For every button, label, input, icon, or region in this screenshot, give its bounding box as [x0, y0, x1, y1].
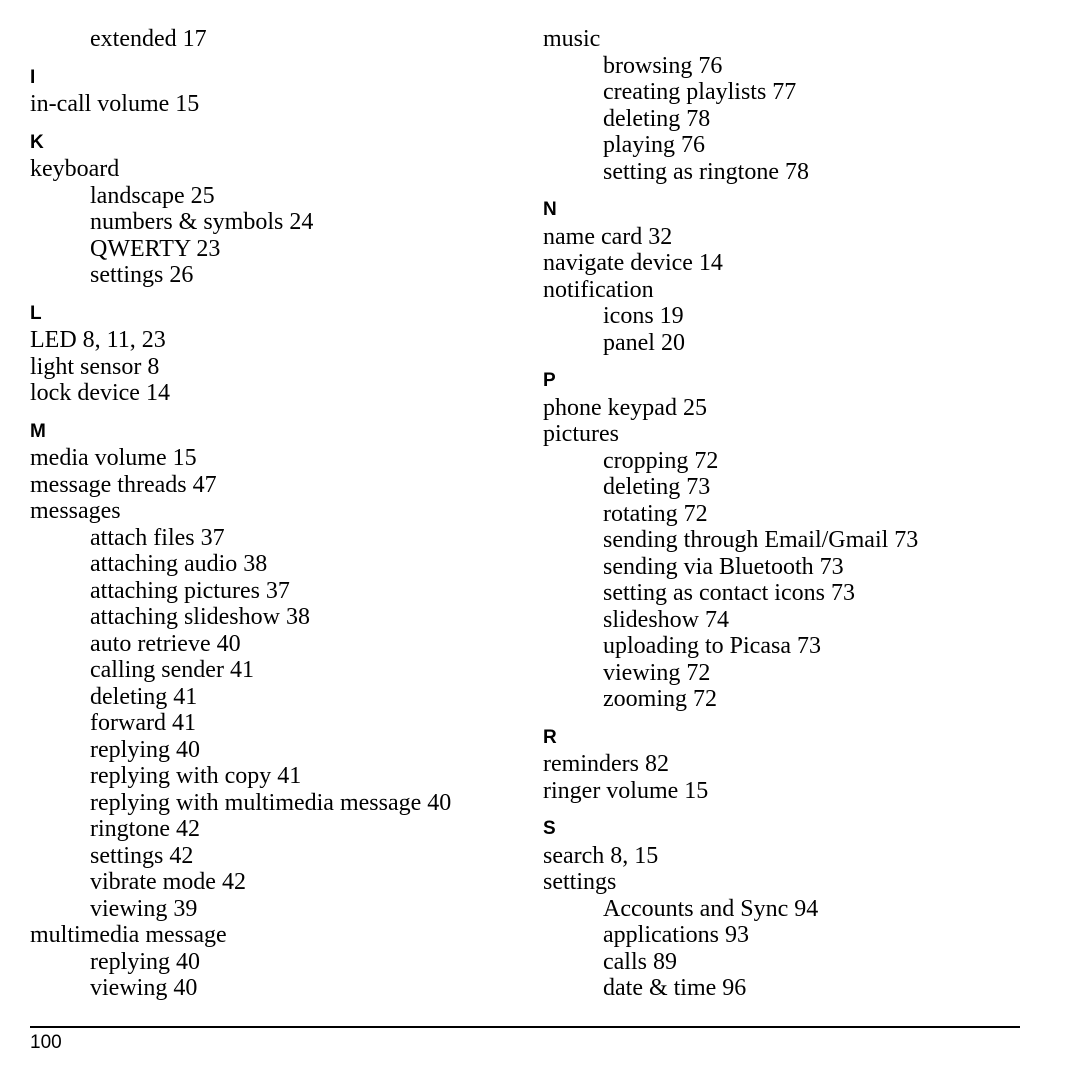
index-entry: phone keypad 25	[543, 394, 707, 421]
index-subentry: settings 26	[90, 262, 194, 288]
index-subentry: attach files 37	[90, 524, 225, 551]
index-subentry: panel 20	[603, 329, 685, 356]
index-entry: media volume 15	[30, 445, 197, 471]
index-entry: ringer volume 15	[543, 777, 709, 804]
index-letter-heading: M	[30, 420, 46, 442]
page-number: 100	[30, 1032, 62, 1053]
index-letter-heading: R	[543, 726, 557, 748]
index-entry: search 8, 15	[543, 842, 659, 869]
index-subentry: zooming 72	[603, 686, 717, 712]
index-subentry: icons 19	[603, 303, 684, 329]
footer-rule	[30, 1026, 1020, 1028]
index-entry: message threads 47	[30, 471, 217, 498]
index-subentry: replying 40	[90, 948, 200, 975]
index-subentry: replying 40	[90, 736, 200, 763]
index-entry: notification	[543, 276, 654, 303]
index-subentry: cropping 72	[603, 447, 719, 474]
index-subentry: replying with multimedia message 40	[90, 789, 452, 816]
index-entry: light sensor 8	[30, 353, 160, 380]
index-entry: navigate device 14	[543, 250, 723, 276]
index-letter-heading: S	[543, 818, 556, 839]
index-subentry: deleting 41	[90, 683, 198, 710]
index-letter-heading: I	[30, 66, 36, 88]
index-entry: messages	[30, 498, 121, 524]
index-subentry: creating playlists 77	[603, 79, 797, 105]
index-subentry: setting as contact icons 73	[603, 580, 855, 606]
index-subentry: uploading to Picasa 73	[603, 633, 821, 659]
index-subentry: extended 17	[90, 26, 207, 52]
index-subentry: vibrate mode 42	[90, 869, 246, 895]
index-subentry: deleting 78	[603, 105, 711, 132]
index-subentry: date & time 96	[603, 975, 747, 1001]
index-subentry: landscape 25	[90, 182, 215, 209]
index-column-left: extended 17 Iin-call volume 15 Kkeyboard la…	[30, 26, 451, 1002]
index-column-right: music browsing 76 creating playlists 77 del…	[543, 26, 918, 1002]
index-letter-heading: P	[543, 370, 556, 391]
index-entry: lock device 14	[30, 380, 170, 406]
index-entry: multimedia message	[30, 922, 227, 948]
index-entry: keyboard	[30, 156, 120, 182]
index-subentry: rotating 72	[603, 500, 708, 527]
index-subentry: applications 93	[603, 922, 749, 948]
index-entry: music	[543, 26, 601, 52]
index-subentry: ringtone 42	[90, 816, 200, 842]
index-entry: name card 32	[543, 223, 673, 250]
index-letter-heading: N	[543, 199, 557, 220]
index-subentry: sending through Email/Gmail 73	[603, 527, 919, 553]
index-subentry: viewing 39	[90, 895, 198, 922]
index-entry: reminders 82	[543, 751, 669, 777]
index-subentry: forward 41	[90, 710, 196, 736]
index-subentry: attaching pictures 37	[90, 577, 290, 604]
index-subentry: Accounts and Sync 94	[603, 895, 819, 922]
index-subentry: numbers & symbols 24	[90, 209, 314, 235]
index-letter-heading: K	[30, 131, 44, 153]
index-entry: pictures	[543, 421, 619, 447]
index-subentry: calling sender 41	[90, 657, 254, 683]
index-subentry: calls 89	[603, 948, 677, 975]
index-subentry: attaching slideshow 38	[90, 604, 310, 630]
index-subentry: settings 42	[90, 842, 194, 869]
index-entry: LED 8, 11, 23	[30, 327, 166, 353]
index-subentry: slideshow 74	[603, 606, 729, 633]
index-subentry: viewing 72	[603, 659, 711, 686]
index-subentry: QWERTY 23	[90, 235, 221, 262]
index-subentry: viewing 40	[90, 975, 198, 1001]
index-letter-heading: L	[30, 302, 42, 324]
index-subentry: setting as ringtone 78	[603, 158, 809, 185]
index-subentry: browsing 76	[603, 52, 723, 79]
index-subentry: sending via Bluetooth 73	[603, 553, 844, 580]
index-subentry: attaching audio 38	[90, 551, 268, 577]
index-subentry: playing 76	[603, 132, 705, 158]
index-subentry: deleting 73	[603, 474, 711, 500]
index-subentry: replying with copy 41	[90, 763, 302, 789]
index-entry: in-call volume 15	[30, 91, 200, 117]
index-subentry: auto retrieve 40	[90, 630, 241, 657]
index-entry: settings	[543, 869, 617, 895]
